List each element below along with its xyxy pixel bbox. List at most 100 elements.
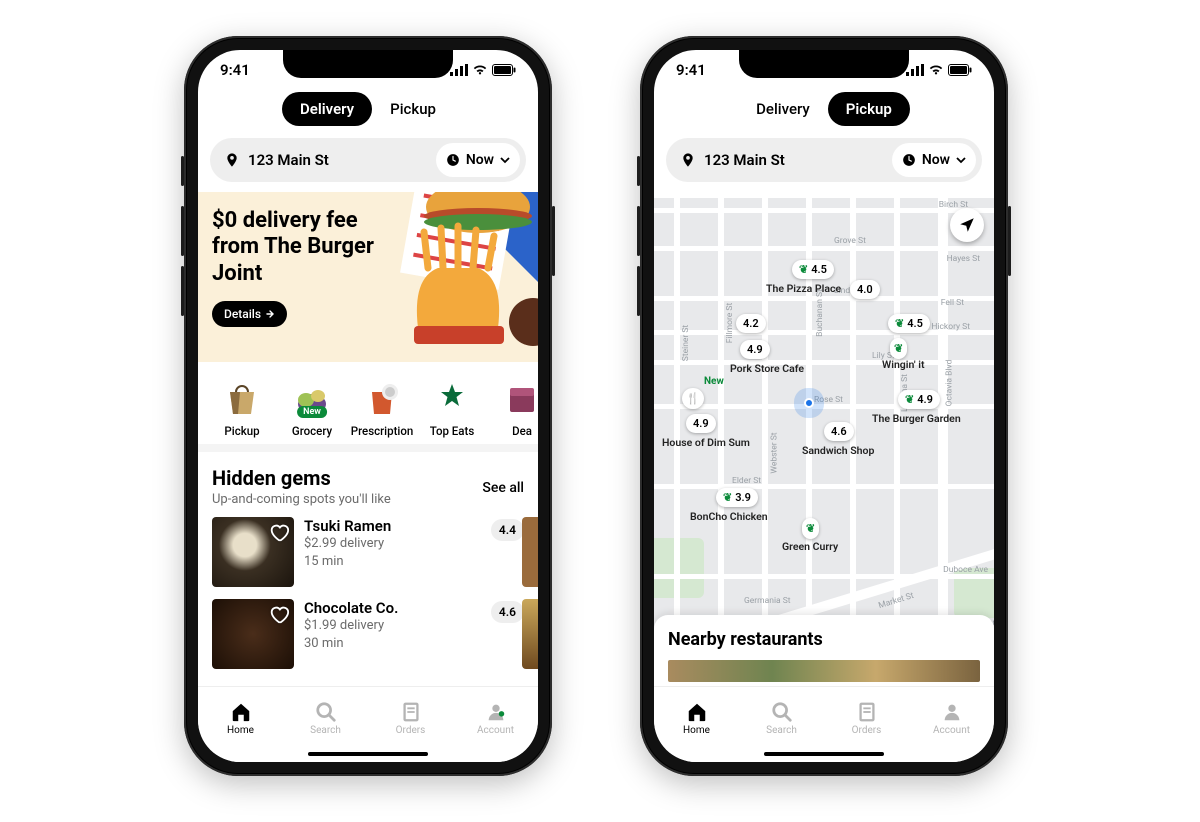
pin-rating: 4.9 — [747, 343, 763, 356]
restaurant-item[interactable]: Tsuki Ramen $2.99 delivery 15 min 4.4 — [212, 517, 524, 587]
restaurant-item[interactable]: Chocolate Co. $1.99 delivery 30 min 4.6 — [212, 599, 524, 669]
pin-label: House of Dim Sum — [662, 436, 750, 449]
map-area[interactable]: Birch St Grove St Hayes St Linden St Fel… — [654, 198, 994, 638]
street-label: Webster St — [770, 432, 780, 473]
category-row: Pickup New Grocery Prescription Top Eats — [198, 362, 538, 444]
street-label: Germania St — [744, 596, 791, 606]
nav-label: Search — [766, 725, 797, 736]
new-badge: New — [297, 406, 327, 418]
tab-pickup[interactable]: Pickup — [828, 92, 910, 126]
map-pin[interactable]: ❦4.5 — [888, 314, 930, 333]
address-bar[interactable]: 123 Main St Now — [210, 138, 526, 182]
status-icons — [906, 64, 972, 76]
account-icon — [941, 701, 963, 723]
restaurant-delivery: $2.99 delivery — [304, 535, 391, 553]
time-chip[interactable]: Now — [892, 143, 976, 177]
tab-delivery[interactable]: Delivery — [738, 92, 828, 126]
heart-icon[interactable] — [268, 603, 290, 625]
map-pin-icon[interactable]: ❦ — [890, 338, 907, 359]
side-button — [181, 206, 184, 256]
receipt-icon — [400, 701, 422, 723]
tab-delivery[interactable]: Delivery — [282, 92, 372, 126]
tab-pickup[interactable]: Pickup — [372, 92, 454, 126]
bottom-nav: Home Search Orders Account — [654, 686, 994, 762]
pin-rating: 3.9 — [735, 491, 751, 504]
mode-tabs: Delivery Pickup — [654, 92, 994, 126]
nav-label: Orders — [852, 725, 882, 736]
promo-illustration — [348, 192, 538, 362]
side-button — [637, 156, 640, 186]
map-pin[interactable]: 4.9 — [740, 340, 770, 359]
side-button — [552, 206, 555, 276]
map-pin[interactable]: ❦4.5 — [792, 260, 834, 279]
locate-me-button[interactable] — [950, 208, 984, 242]
nav-home[interactable]: Home — [654, 687, 739, 762]
details-button[interactable]: Details — [212, 301, 287, 327]
bag-icon — [220, 376, 264, 420]
nav-account[interactable]: Account — [453, 687, 538, 762]
section-subtitle: Up-and-coming spots you'll like — [212, 492, 524, 507]
section-title: Hidden gems — [212, 466, 524, 490]
pin-label: The Burger Garden — [872, 412, 961, 425]
map-pin[interactable]: ❦4.9 — [898, 390, 940, 409]
new-label: New — [704, 376, 724, 387]
map-pin[interactable]: 4.9 — [686, 414, 716, 433]
location-pin-icon — [680, 152, 696, 168]
nav-orders[interactable]: Orders — [824, 687, 909, 762]
pin-rating: 4.2 — [743, 317, 759, 330]
street-label: Octavia Blvd — [944, 360, 954, 407]
pin-label: The Pizza Place — [766, 282, 841, 295]
address-text: 123 Main St — [248, 151, 428, 169]
nav-label: Orders — [396, 725, 426, 736]
next-thumb — [522, 599, 538, 669]
category-grocery[interactable]: New Grocery — [280, 376, 344, 438]
status-icons — [450, 64, 516, 76]
nav-account[interactable]: Account — [909, 687, 994, 762]
next-thumb — [522, 517, 538, 587]
bottom-nav: Home Search Orders Account — [198, 686, 538, 762]
locate-icon — [958, 216, 976, 234]
category-label: Top Eats — [420, 424, 484, 438]
side-button — [637, 266, 640, 316]
map-pin[interactable]: ❦3.9 — [716, 488, 758, 507]
address-bar[interactable]: 123 Main St Now — [666, 138, 982, 182]
battery-icon — [948, 64, 972, 76]
phone-frame-right: 9:41 Delivery Pickup 123 Main St Now — [640, 36, 1008, 776]
pin-rating: 4.9 — [693, 417, 709, 430]
home-icon — [230, 701, 252, 723]
nav-home[interactable]: Home — [198, 687, 283, 762]
promo-banner[interactable]: $0 delivery fee from The Burger Joint De… — [198, 192, 538, 362]
map-pin[interactable]: 4.6 — [824, 422, 854, 441]
nav-label: Home — [227, 725, 254, 736]
divider — [198, 444, 538, 452]
rating-chip: 4.4 — [491, 519, 524, 541]
see-all-link[interactable]: See all — [482, 480, 524, 496]
map-pin[interactable]: 4.2 — [736, 314, 766, 333]
nav-label: Account — [477, 725, 514, 736]
time-chip[interactable]: Now — [436, 143, 520, 177]
category-deals[interactable]: Dea — [490, 376, 538, 438]
nav-search[interactable]: Search — [739, 687, 824, 762]
pin-label: Green Curry — [782, 540, 838, 553]
restaurant-name: Chocolate Co. — [304, 599, 398, 617]
nearby-sheet[interactable]: Nearby restaurants — [654, 615, 994, 686]
chevron-down-icon — [956, 155, 966, 165]
time-label: Now — [922, 152, 950, 168]
category-pickup[interactable]: Pickup — [210, 376, 274, 438]
pin-label: Wingin' it — [882, 358, 925, 371]
nav-label: Account — [933, 725, 970, 736]
nav-label: Search — [310, 725, 341, 736]
screen-delivery: 9:41 Delivery Pickup 123 Main St Now — [198, 50, 538, 762]
sheet-title: Nearby restaurants — [668, 629, 980, 650]
map-pin-icon[interactable]: ❦ — [802, 518, 819, 539]
nav-orders[interactable]: Orders — [368, 687, 453, 762]
category-label: Prescription — [350, 424, 414, 438]
map-pin-icon[interactable]: 🍴 — [682, 388, 704, 409]
map-pin[interactable]: 4.0 — [850, 280, 880, 299]
status-time: 9:41 — [676, 61, 706, 79]
category-top-eats[interactable]: Top Eats — [420, 376, 484, 438]
nav-search[interactable]: Search — [283, 687, 368, 762]
category-prescription[interactable]: Prescription — [350, 376, 414, 438]
restaurant-strip — [668, 660, 980, 682]
heart-icon[interactable] — [268, 521, 290, 543]
